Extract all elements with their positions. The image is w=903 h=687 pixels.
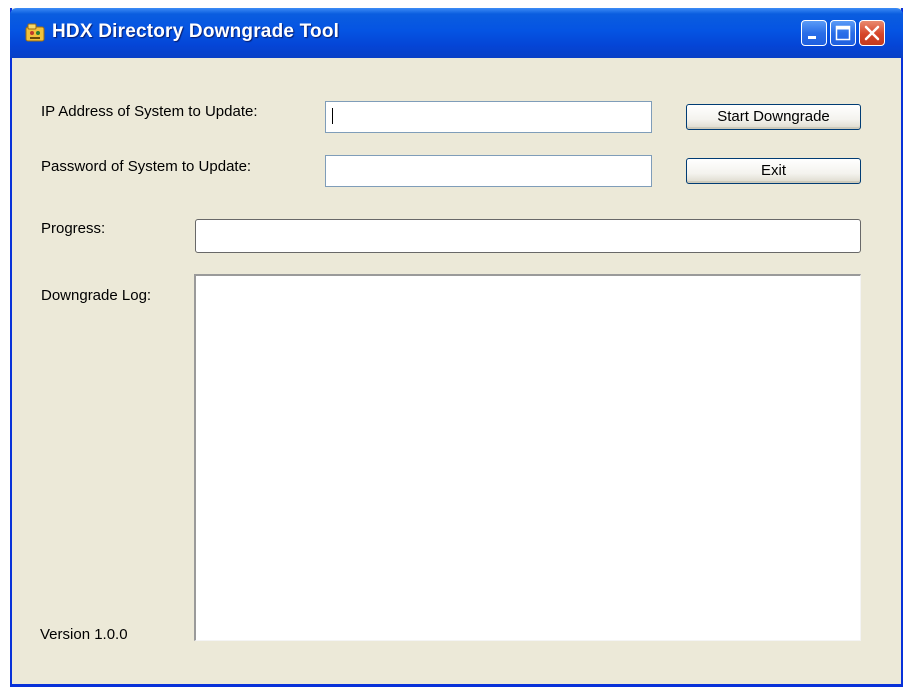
maximize-icon — [835, 25, 851, 41]
minimize-icon — [808, 36, 816, 39]
close-button[interactable] — [859, 20, 885, 46]
password-input[interactable] — [325, 155, 652, 187]
window-title: HDX Directory Downgrade Tool — [52, 21, 340, 42]
downgrade-log-label: Downgrade Log: — [41, 287, 152, 304]
ip-address-label: IP Address of System to Update: — [41, 103, 258, 120]
minimize-button[interactable] — [801, 20, 827, 46]
downgrade-log-textarea[interactable] — [194, 274, 861, 641]
progress-bar — [195, 219, 861, 253]
version-label: Version 1.0.0 — [40, 626, 128, 643]
app-icon — [24, 22, 46, 44]
exit-button[interactable]: Exit — [686, 158, 861, 184]
close-icon — [864, 25, 880, 41]
start-downgrade-button[interactable]: Start Downgrade — [686, 104, 861, 130]
title-bar[interactable]: HDX Directory Downgrade Tool — [10, 8, 903, 58]
password-label: Password of System to Update: — [41, 158, 252, 175]
ip-address-input[interactable] — [325, 101, 652, 133]
text-caret — [332, 108, 333, 124]
maximize-button[interactable] — [830, 20, 856, 46]
progress-label: Progress: — [41, 220, 106, 237]
